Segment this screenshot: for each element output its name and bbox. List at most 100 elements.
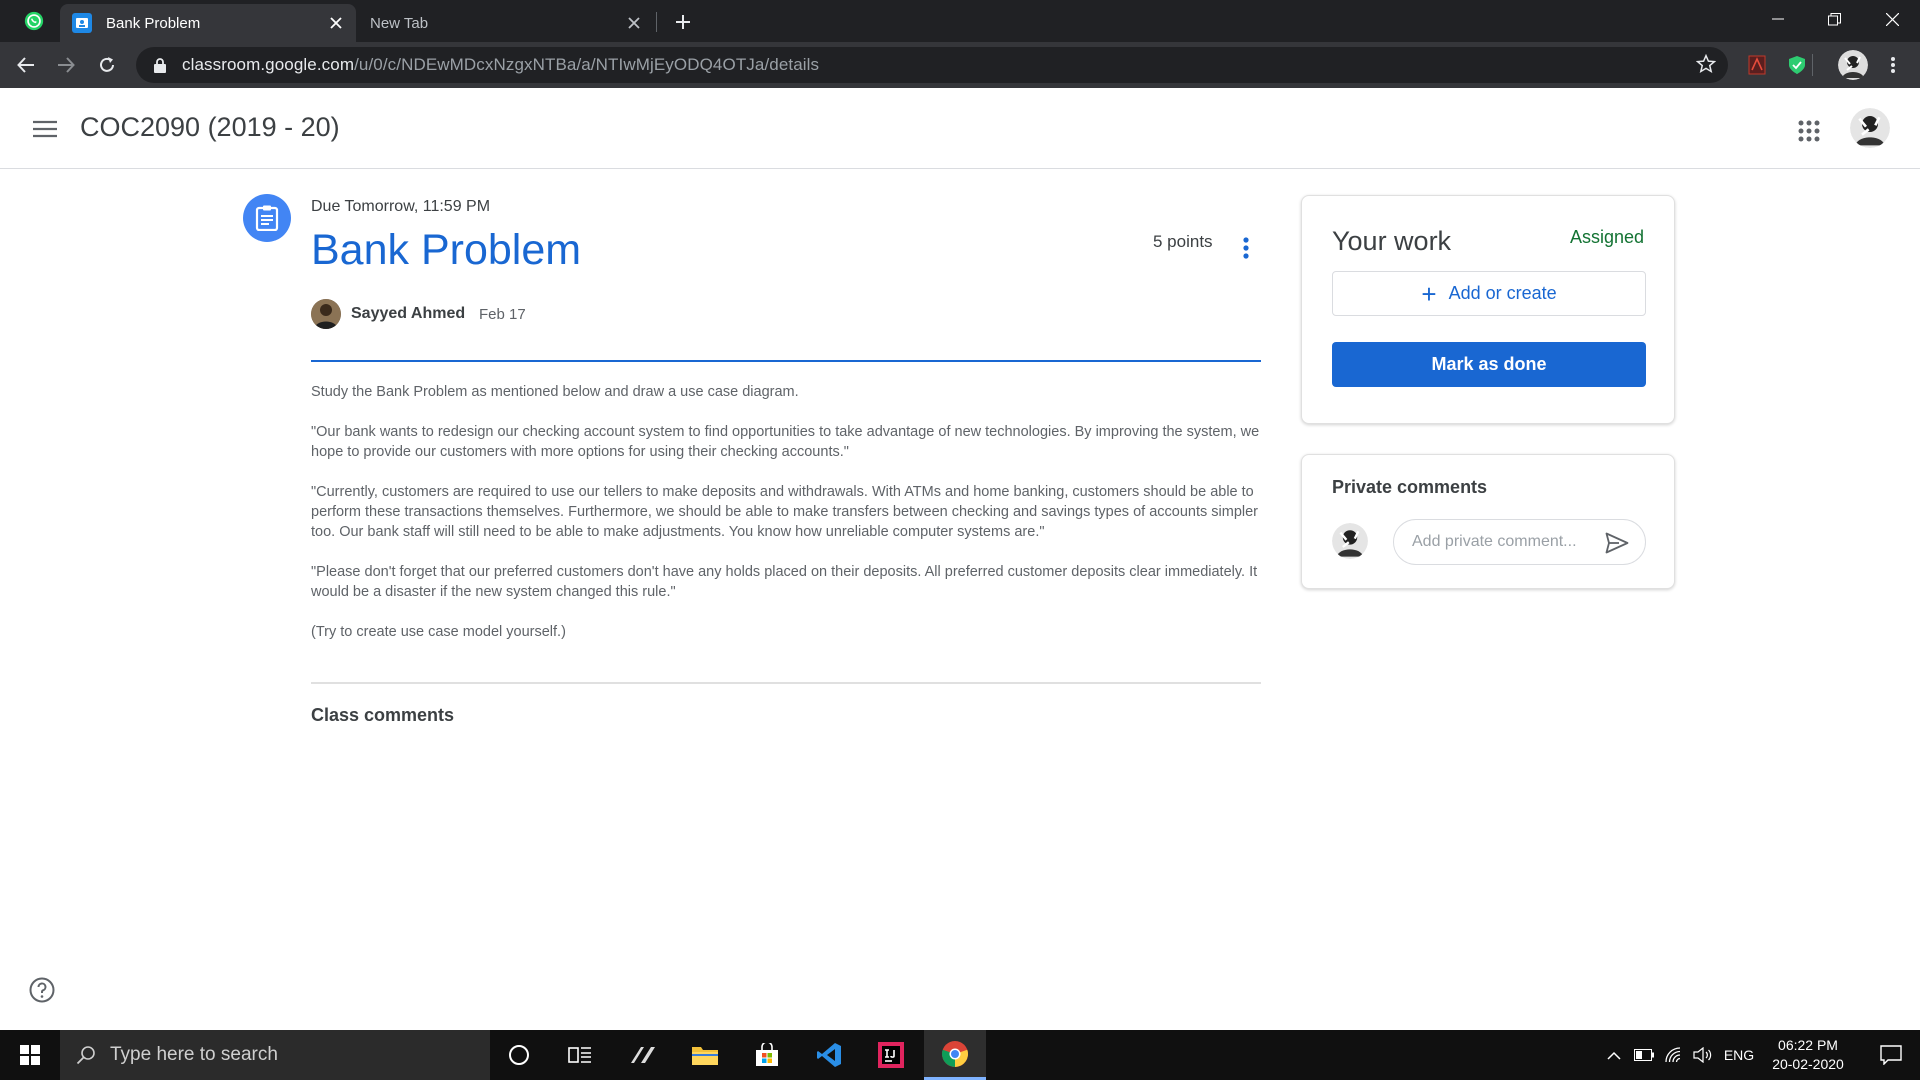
windows-taskbar: Type here to search ENG 06:22 PM 20-02-2… [0,1030,1920,1080]
cortana-circle-icon [509,1045,529,1065]
restore-icon [1827,12,1841,25]
file-explorer-button[interactable] [674,1030,736,1080]
private-comment-field[interactable] [1393,519,1646,565]
plus-icon: + [1421,278,1437,309]
vscode-icon [817,1043,841,1067]
description-paragraph: "Currently, customers are required to us… [311,484,1258,540]
minimize-icon [1772,18,1784,20]
bookmark-star-icon[interactable] [1695,53,1717,79]
description-paragraph: "Our bank wants to redesign our checking… [311,424,1260,460]
posted-date: Feb 17 [479,306,526,323]
title-divider [311,360,1261,362]
help-button[interactable] [28,976,56,1004]
more-vert-icon [1891,57,1895,73]
store-button[interactable] [736,1030,798,1080]
assignment-title: Bank Problem [311,226,582,274]
speaker-icon [1693,1047,1712,1063]
task-view-button[interactable] [549,1030,611,1080]
apps-grid-icon [1798,120,1820,142]
close-window-button[interactable] [1864,0,1920,38]
private-comment-input[interactable] [1412,533,1592,551]
cortana-button[interactable] [488,1030,550,1080]
hamburger-menu-icon [33,120,57,138]
browser-tab-strip: Bank Problem New Tab [0,0,1920,42]
class-name[interactable]: COC2090 (2019 - 20) [80,112,340,143]
pdf-extension-icon[interactable] [1744,52,1770,78]
shield-extension-icon[interactable] [1784,52,1810,78]
author-avatar [311,299,341,329]
new-tab-button[interactable] [668,8,698,36]
reload-button[interactable] [91,49,123,81]
tab-new-tab[interactable]: New Tab [358,4,654,42]
tab-separator [656,12,657,32]
input-language[interactable]: ENG [1722,1030,1756,1080]
minimize-button[interactable] [1750,0,1806,38]
add-or-create-button[interactable]: + Add or create [1332,271,1646,316]
main-menu-button[interactable] [28,114,62,144]
battery-icon [1634,1049,1654,1061]
whatsapp-pinned-tab[interactable] [10,6,58,36]
private-comments-card: Private comments [1301,454,1675,589]
chrome-menu-button[interactable] [1880,52,1906,78]
google-apps-button[interactable] [1794,116,1824,146]
help-icon [29,977,55,1003]
back-button[interactable] [10,49,42,81]
action-center-button[interactable] [1862,1030,1920,1080]
vscode-button[interactable] [798,1030,860,1080]
notification-icon [1880,1045,1902,1065]
battery-indicator[interactable] [1630,1030,1658,1080]
assignment-description: Study the Bank Problem as mentioned belo… [311,382,1261,662]
account-avatar[interactable] [1850,108,1890,148]
more-vert-icon [1243,237,1249,259]
browser-toolbar: classroom.google.com/u/0/c/NDEwMDcxNzgxN… [0,42,1920,88]
system-clock[interactable]: 06:22 PM 20-02-2020 [1760,1036,1856,1074]
points-value: 5 points [1153,232,1213,251]
folder-icon [692,1047,718,1065]
taskbar-search-box[interactable]: Type here to search [60,1030,490,1080]
wifi-icon [1665,1047,1681,1063]
tab-bank-problem[interactable]: Bank Problem [60,4,356,42]
mark-as-done-button[interactable]: Mark as done [1332,342,1646,387]
url-path: /u/0/c/NDEwMDcxNzgxNTBa/a/NTIwMjEyODQ4OT… [354,55,820,74]
description-paragraph: Study the Bank Problem as mentioned belo… [311,384,799,400]
restore-button[interactable] [1806,0,1862,38]
intellij-button[interactable] [860,1030,922,1080]
classroom-favicon-icon [72,13,92,33]
show-hidden-icons-button[interactable] [1600,1030,1628,1080]
add-or-create-label: Add or create [1448,283,1557,303]
chevron-up-icon [1607,1051,1621,1060]
your-work-card: Your work Assigned + Add or create Mark … [1301,195,1675,424]
tab-close-icon[interactable] [620,9,648,37]
forward-arrow-icon [58,57,75,73]
start-button[interactable] [0,1030,60,1080]
assignment-options-button[interactable] [1234,232,1258,264]
due-date: Due Tomorrow, 11:59 PM [311,198,491,215]
volume-indicator[interactable] [1688,1030,1718,1080]
classroom-app-bar: COC2090 (2019 - 20) [0,88,1920,169]
profile-avatar[interactable] [1838,50,1868,80]
assignment-icon [243,194,291,242]
back-arrow-icon [17,57,34,73]
windows-logo-icon [20,1045,40,1065]
class-comments-heading: Class comments [311,705,455,725]
search-placeholder: Type here to search [110,1044,278,1065]
task-view-icon [568,1047,591,1063]
forward-button[interactable] [50,49,82,81]
url-host: classroom.google.com [182,55,355,74]
url-text: classroom.google.com/u/0/c/NDEwMDcxNzgxN… [182,55,819,75]
pen-app-icon [631,1047,655,1063]
pen-app-button[interactable] [612,1030,674,1080]
tab-close-icon[interactable] [322,9,350,37]
clock-time: 06:22 PM [1778,1037,1838,1053]
address-bar[interactable]: classroom.google.com/u/0/c/NDEwMDcxNzgxN… [136,47,1728,83]
send-icon [1605,532,1629,554]
send-comment-button[interactable] [1603,530,1631,556]
commenter-avatar [1332,523,1368,559]
description-paragraph: (Try to create use case model yourself.) [311,624,566,640]
network-indicator[interactable] [1660,1030,1688,1080]
chrome-taskbar-button[interactable] [924,1030,986,1080]
status-badge: Assigned [1569,227,1644,247]
plus-icon [676,15,690,29]
intellij-icon [878,1042,904,1068]
close-icon [1885,12,1899,26]
